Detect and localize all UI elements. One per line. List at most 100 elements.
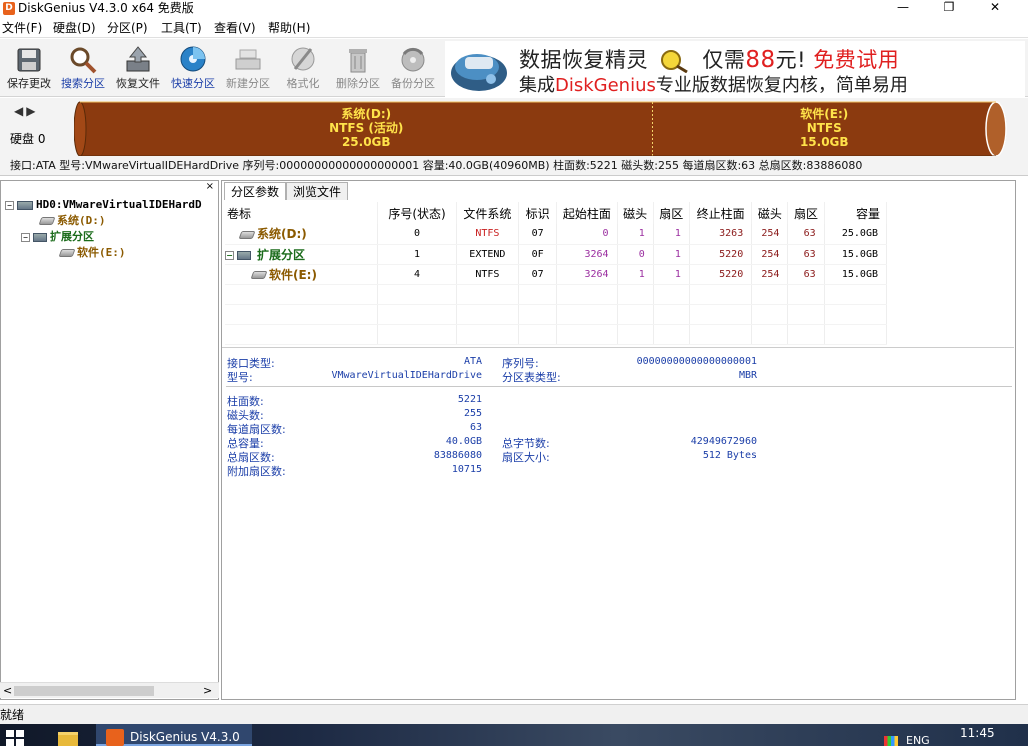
language-indicator[interactable]: ENG xyxy=(906,734,930,747)
maximize-button[interactable]: ❐ xyxy=(926,0,972,17)
ad-integrate: 集成 xyxy=(519,75,555,96)
total-bytes-value: 42949672960 xyxy=(690,436,757,447)
col-header[interactable]: 文件系统 xyxy=(456,202,520,224)
fs-cell: EXTEND xyxy=(456,244,520,265)
table-row[interactable]: 软件(E:) 4 NTFS 07 3264 1 1 5220 254 63 15… xyxy=(225,264,888,285)
tree-node-disk[interactable]: − HD0:VMwareVirtualIDEHardD xyxy=(5,197,202,213)
status-text: 就绪 xyxy=(0,708,25,722)
taskbar-app-label: DiskGenius V4.3.0 xyxy=(130,730,240,744)
volume-label: 软件(E:) xyxy=(269,267,317,282)
data-recovery-logo-icon xyxy=(451,54,507,91)
new-partition-icon xyxy=(235,49,261,70)
col-header[interactable]: 容量 xyxy=(824,202,888,224)
start-head-cell: 0 xyxy=(617,244,654,265)
index-cell: 0 xyxy=(377,224,457,245)
total-capacity-value: 40.0GB xyxy=(445,436,482,447)
collapse-icon[interactable]: − xyxy=(5,200,14,210)
save-button[interactable]: 保存更改 xyxy=(1,43,57,95)
volume-label: 系统(D:) xyxy=(257,227,307,242)
recover-files-button[interactable]: 恢复文件 xyxy=(110,43,166,95)
tree-disk-label: HD0:VMwareVirtualIDEHardD xyxy=(36,198,202,211)
ad-price: 88 xyxy=(745,47,776,73)
partition-name: 系统(D:) xyxy=(341,107,392,121)
scroll-thumb[interactable] xyxy=(14,686,154,696)
backup-partition-button[interactable]: 备份分区 xyxy=(385,43,441,95)
partition-table: 卷标 序号(状态) 文件系统 标识 起始柱面 磁头 扇区 终止柱面 磁头 扇区 … xyxy=(225,202,888,345)
menu-tools[interactable]: 工具(T) xyxy=(161,18,202,38)
cylinders-value: 5221 xyxy=(457,394,482,405)
menu-help[interactable]: 帮助(H) xyxy=(268,18,310,38)
recover-files-label: 恢复文件 xyxy=(116,77,160,90)
file-explorer-icon[interactable] xyxy=(58,732,78,746)
ad-brand: DiskGenius xyxy=(555,75,656,96)
ad-banner[interactable]: 数据恢复精灵 仅需88元! 免费试用 集成DiskGenius专业版数据恢复内核… xyxy=(445,41,1025,97)
close-button[interactable]: ✕ xyxy=(972,0,1018,17)
tab-partition-params[interactable]: 分区参数 xyxy=(224,182,287,200)
start-cyl-cell: 0 xyxy=(556,224,618,245)
taskbar-diskgenius-button[interactable]: DiskGenius V4.3.0 xyxy=(96,724,252,746)
col-header[interactable]: 终止柱面 xyxy=(689,202,753,224)
tree-close-button[interactable]: × xyxy=(206,181,214,193)
format-button[interactable]: 格式化 xyxy=(275,43,331,95)
status-bar: 就绪 xyxy=(0,704,1028,724)
col-header[interactable]: 标识 xyxy=(518,202,558,224)
windows-start-icon[interactable] xyxy=(6,730,26,746)
tree-item-label: 软件(E:) xyxy=(77,246,126,259)
scroll-right-button[interactable]: > xyxy=(203,684,212,697)
table-row[interactable]: − 扩展分区 1 EXTEND 0F 3264 0 1 5220 254 63 1… xyxy=(225,244,888,265)
disk-info-line: 接口:ATA 型号:VMwareVirtualIDEHardDrive 序列号:… xyxy=(0,156,1028,176)
tree-horizontal-scrollbar[interactable]: < > xyxy=(0,682,219,698)
disk-prev-button[interactable]: ◀ xyxy=(14,104,26,118)
search-partition-label: 搜索分区 xyxy=(61,77,105,90)
heads-value: 255 xyxy=(463,408,482,419)
end-head-cell: 254 xyxy=(751,224,789,245)
menu-file[interactable]: 文件(F) xyxy=(2,18,42,38)
input-method-icon[interactable] xyxy=(884,736,898,746)
col-header[interactable]: 起始柱面 xyxy=(556,202,618,224)
capacity-cell: 15.0GB xyxy=(824,264,888,285)
row-name-cell: 系统(D:) xyxy=(225,224,379,245)
tree-node-system[interactable]: 系统(D:) xyxy=(37,213,106,229)
col-header[interactable]: 磁头 xyxy=(617,202,654,224)
menu-partition[interactable]: 分区(P) xyxy=(107,18,148,38)
new-partition-button[interactable]: 新建分区 xyxy=(220,43,276,95)
col-header[interactable]: 磁头 xyxy=(751,202,789,224)
col-header[interactable]: 序号(状态) xyxy=(377,202,457,224)
col-header[interactable]: 扇区 xyxy=(787,202,825,224)
partition-size: 15.0GB xyxy=(799,135,849,149)
tree-node-software[interactable]: 软件(E:) xyxy=(57,245,126,261)
start-head-cell: 1 xyxy=(617,224,654,245)
index-cell: 4 xyxy=(377,264,457,285)
col-header[interactable]: 卷标 xyxy=(225,202,379,224)
minimize-button[interactable]: — xyxy=(880,0,926,17)
save-label: 保存更改 xyxy=(7,77,51,90)
fs-cell: NTFS xyxy=(456,224,520,245)
menu-disk[interactable]: 硬盘(D) xyxy=(53,18,96,38)
table-row[interactable]: 系统(D:) 0 NTFS 07 0 1 1 3263 254 63 25.0G… xyxy=(225,224,888,245)
delete-partition-label: 删除分区 xyxy=(336,77,380,90)
disk-tree-pane: × − HD0:VMwareVirtualIDEHardD 系统(D:) − 扩展分… xyxy=(0,180,219,700)
format-label: 格式化 xyxy=(286,77,320,90)
tree-node-extended[interactable]: − 扩展分区 xyxy=(21,229,94,245)
partition-label-system: 系统(D:) NTFS (活动) 25.0GB xyxy=(80,107,653,149)
id-cell: 07 xyxy=(518,224,558,245)
ad-product: 数据恢复精灵 xyxy=(519,48,648,72)
collapse-icon[interactable]: − xyxy=(225,250,234,260)
extended-partition-icon xyxy=(237,250,251,260)
menu-view[interactable]: 查看(V) xyxy=(214,18,256,38)
scroll-left-button[interactable]: < xyxy=(3,684,12,697)
extra-sectors-value: 10715 xyxy=(451,464,482,475)
col-header[interactable]: 扇区 xyxy=(653,202,690,224)
disk-next-button[interactable]: ▶ xyxy=(26,104,38,118)
clock[interactable]: 11:45 xyxy=(960,726,995,740)
table-row-empty xyxy=(225,324,888,345)
extra-sectors-label: 附加扇区数: xyxy=(227,465,286,478)
row-name-cell: 软件(E:) xyxy=(225,264,379,285)
delete-partition-button[interactable]: 删除分区 xyxy=(330,43,386,95)
collapse-icon[interactable]: − xyxy=(21,232,30,242)
search-partition-button[interactable]: 搜索分区 xyxy=(55,43,111,95)
id-cell: 07 xyxy=(518,264,558,285)
interface-type-value: ATA xyxy=(463,356,482,367)
tab-browse-files[interactable]: 浏览文件 xyxy=(286,182,349,200)
quick-partition-button[interactable]: 快速分区 xyxy=(165,43,221,95)
